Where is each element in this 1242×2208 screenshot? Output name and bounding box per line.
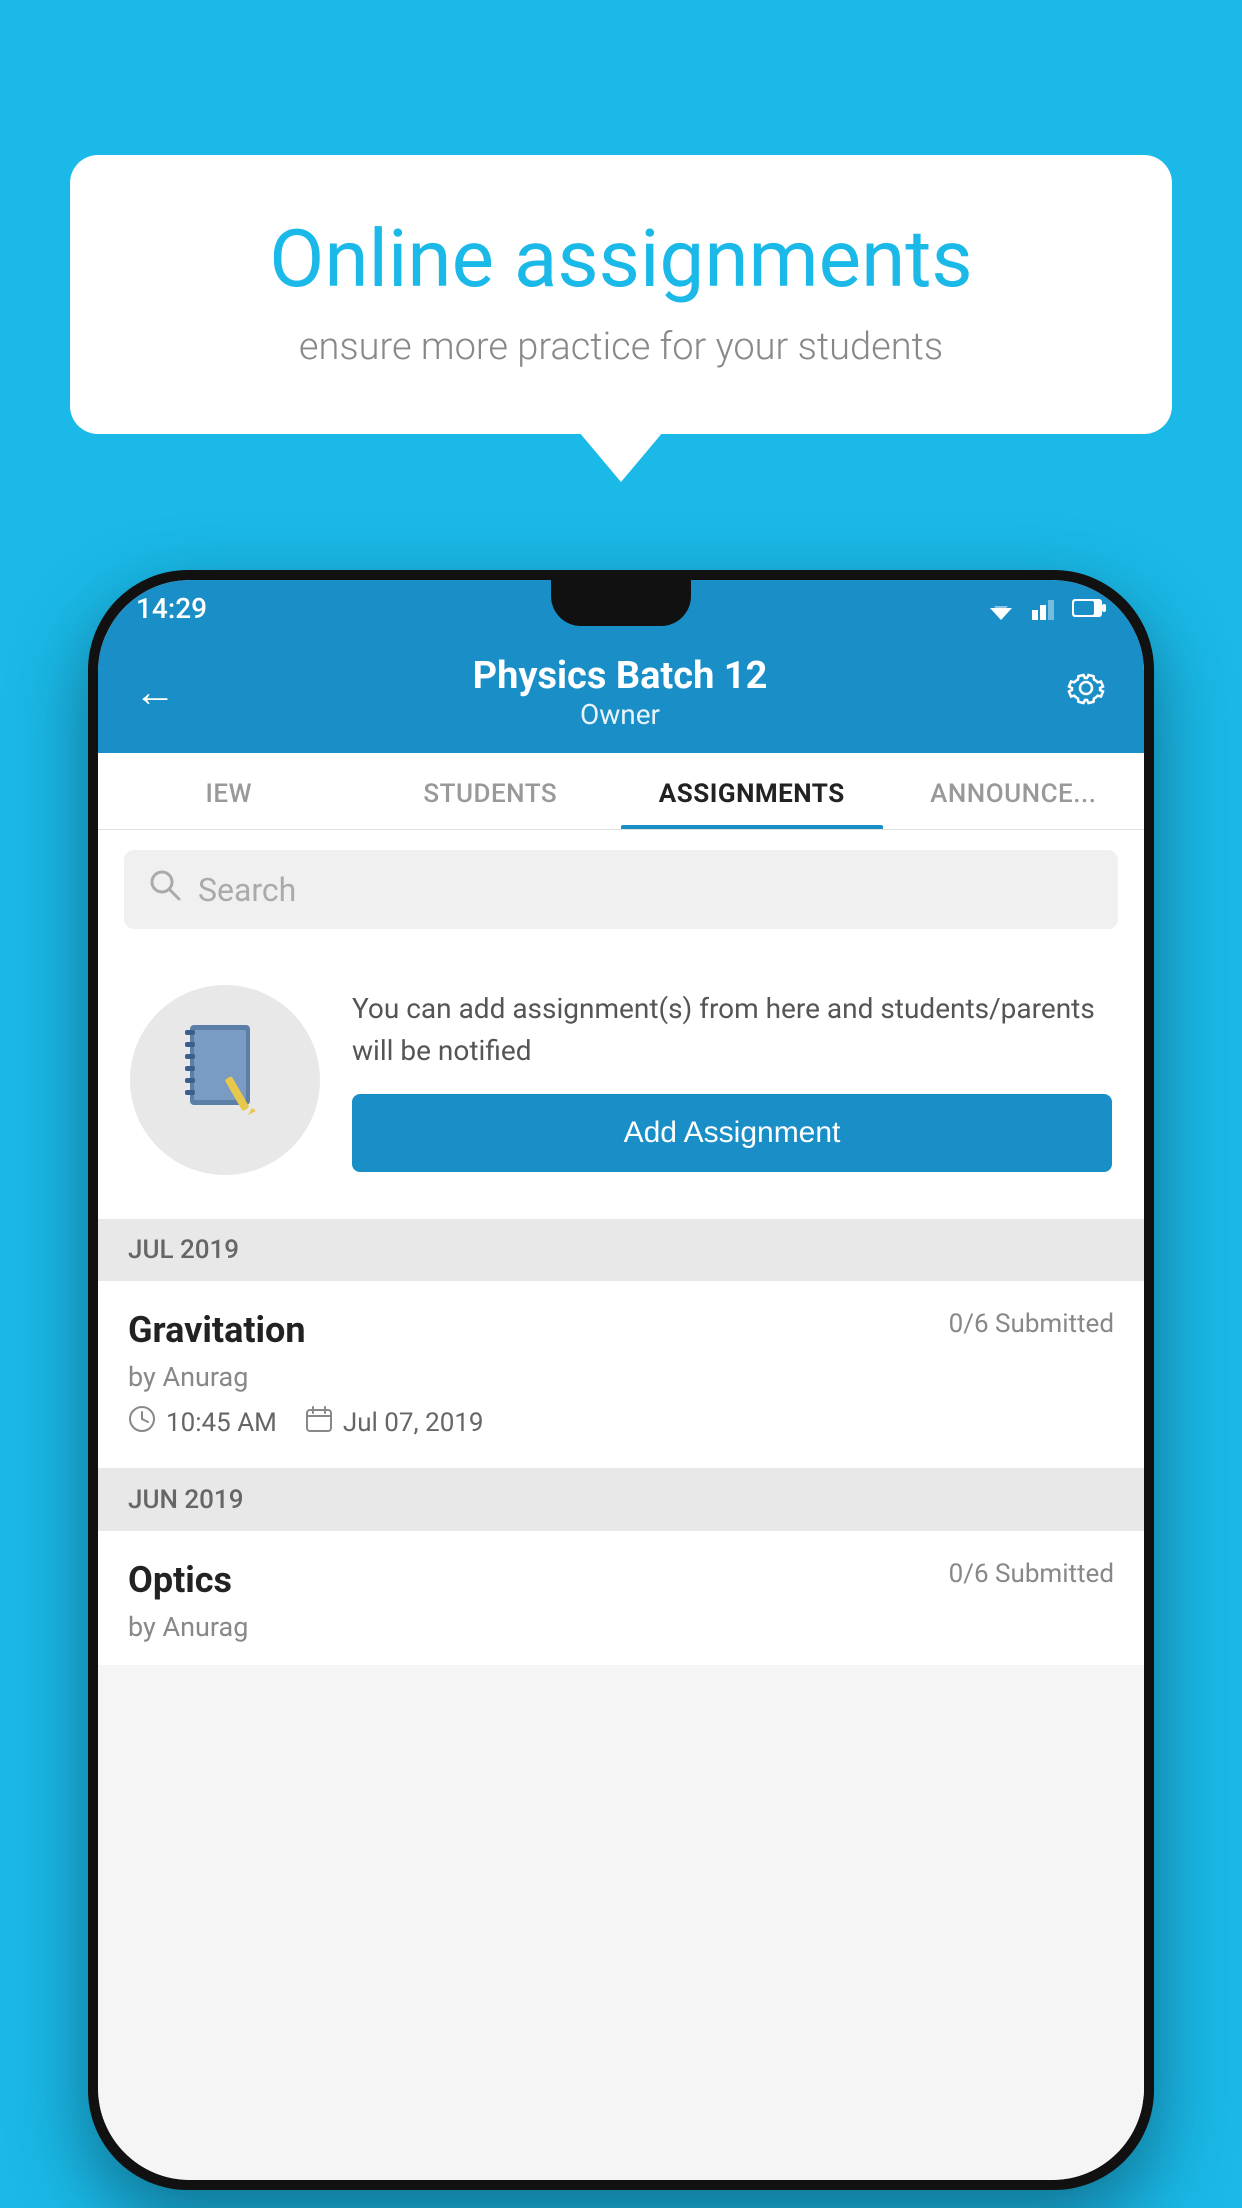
back-button[interactable]: ← xyxy=(134,668,176,717)
notebook-icon-wrap xyxy=(130,985,320,1175)
assignment-top-optics: Optics 0/6 Submitted xyxy=(128,1559,1114,1601)
content-area: Search xyxy=(98,830,1144,2180)
assignment-submitted-optics: 0/6 Submitted xyxy=(949,1559,1114,1589)
add-assignment-card: You can add assignment(s) from here and … xyxy=(98,949,1144,1219)
assignment-author-optics: by Anurag xyxy=(128,1611,1114,1643)
tab-iew[interactable]: IEW xyxy=(98,753,360,829)
app-header: ← Physics Batch 12 Owner xyxy=(98,636,1144,753)
wifi-icon xyxy=(984,596,1018,620)
calendar-icon xyxy=(305,1405,333,1440)
phone-frame: 14:29 xyxy=(88,570,1154,2190)
batch-title: Physics Batch 12 xyxy=(473,654,768,698)
clock-icon xyxy=(128,1405,156,1440)
bubble-subtitle: ensure more practice for your students xyxy=(140,325,1102,369)
assignment-item-optics[interactable]: Optics 0/6 Submitted by Anurag xyxy=(98,1531,1144,1665)
assignment-top: Gravitation 0/6 Submitted xyxy=(128,1309,1114,1351)
bubble-title: Online assignments xyxy=(140,215,1102,303)
search-placeholder: Search xyxy=(198,871,296,909)
add-assignment-button[interactable]: Add Assignment xyxy=(352,1094,1112,1172)
add-assignment-description: You can add assignment(s) from here and … xyxy=(352,988,1112,1072)
assignment-meta: 10:45 AM Jul 07, 2019 xyxy=(128,1405,1114,1440)
settings-icon[interactable] xyxy=(1064,666,1108,720)
assignment-item-gravitation[interactable]: Gravitation 0/6 Submitted by Anurag xyxy=(98,1281,1144,1469)
assignment-name: Gravitation xyxy=(128,1309,306,1351)
speech-bubble: Online assignments ensure more practice … xyxy=(70,155,1172,434)
phone-screen: 14:29 xyxy=(98,580,1144,2180)
add-assignment-text-area: You can add assignment(s) from here and … xyxy=(352,988,1112,1172)
signal-icon xyxy=(1032,596,1058,620)
tab-bar: IEW STUDENTS ASSIGNMENTS ANNOUNCE... xyxy=(98,753,1144,830)
meta-date: Jul 07, 2019 xyxy=(305,1405,484,1440)
battery-icon xyxy=(1072,596,1106,620)
assignment-author: by Anurag xyxy=(128,1361,1114,1393)
search-icon xyxy=(148,868,182,911)
status-icons xyxy=(984,596,1106,620)
search-bar-container: Search xyxy=(98,830,1144,949)
assignment-submitted: 0/6 Submitted xyxy=(949,1309,1114,1339)
notebook-icon xyxy=(180,1020,270,1140)
assignment-name-optics: Optics xyxy=(128,1559,232,1601)
tab-assignments[interactable]: ASSIGNMENTS xyxy=(621,753,883,829)
assignment-date: Jul 07, 2019 xyxy=(343,1408,484,1438)
section-header-jun: JUN 2019 xyxy=(98,1469,1144,1531)
header-center: Physics Batch 12 Owner xyxy=(473,654,768,731)
batch-subtitle: Owner xyxy=(473,698,768,731)
section-header-jul: JUL 2019 xyxy=(98,1219,1144,1281)
phone-notch xyxy=(551,580,691,626)
meta-time: 10:45 AM xyxy=(128,1405,277,1440)
assignment-time: 10:45 AM xyxy=(166,1408,277,1438)
status-time: 14:29 xyxy=(136,592,207,625)
search-input-wrap[interactable]: Search xyxy=(124,850,1118,929)
speech-bubble-container: Online assignments ensure more practice … xyxy=(70,155,1172,434)
tab-students[interactable]: STUDENTS xyxy=(360,753,622,829)
tab-announcements[interactable]: ANNOUNCE... xyxy=(883,753,1145,829)
